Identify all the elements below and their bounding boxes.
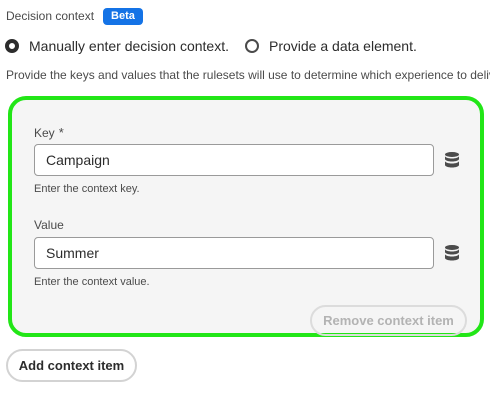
context-item-panel: Key* Enter the context key. Value Enter … <box>20 108 474 336</box>
key-label-text: Key <box>34 126 55 140</box>
beta-badge: Beta <box>103 7 143 25</box>
value-input[interactable] <box>34 237 434 269</box>
description-text: Provide the keys and values that the rul… <box>6 68 490 82</box>
add-context-item-button[interactable]: Add context item <box>6 349 137 382</box>
mode-radio-group: Manually enter decision context. Provide… <box>5 36 417 56</box>
radio-data-element-indicator[interactable] <box>245 39 259 53</box>
value-help-text: Enter the context value. <box>34 276 150 288</box>
database-icon[interactable] <box>443 151 461 169</box>
radio-manual-indicator[interactable] <box>5 39 19 53</box>
radio-manual[interactable]: Manually enter decision context. <box>5 38 229 54</box>
remove-context-item-button[interactable]: Remove context item <box>310 305 467 336</box>
key-input[interactable] <box>34 144 434 176</box>
value-label: Value <box>34 218 64 232</box>
radio-data-element-label: Provide a data element. <box>269 38 417 54</box>
decision-context-header: Decision context Beta <box>6 6 143 26</box>
radio-data-element[interactable]: Provide a data element. <box>245 38 417 54</box>
required-marker: * <box>58 125 64 140</box>
context-item-card: Key* Enter the context key. Value Enter … <box>8 96 484 337</box>
section-label: Decision context <box>6 9 95 23</box>
database-icon[interactable] <box>443 244 461 262</box>
key-label: Key * <box>34 125 64 140</box>
key-help-text: Enter the context key. <box>34 183 140 195</box>
radio-manual-label: Manually enter decision context. <box>29 38 229 54</box>
